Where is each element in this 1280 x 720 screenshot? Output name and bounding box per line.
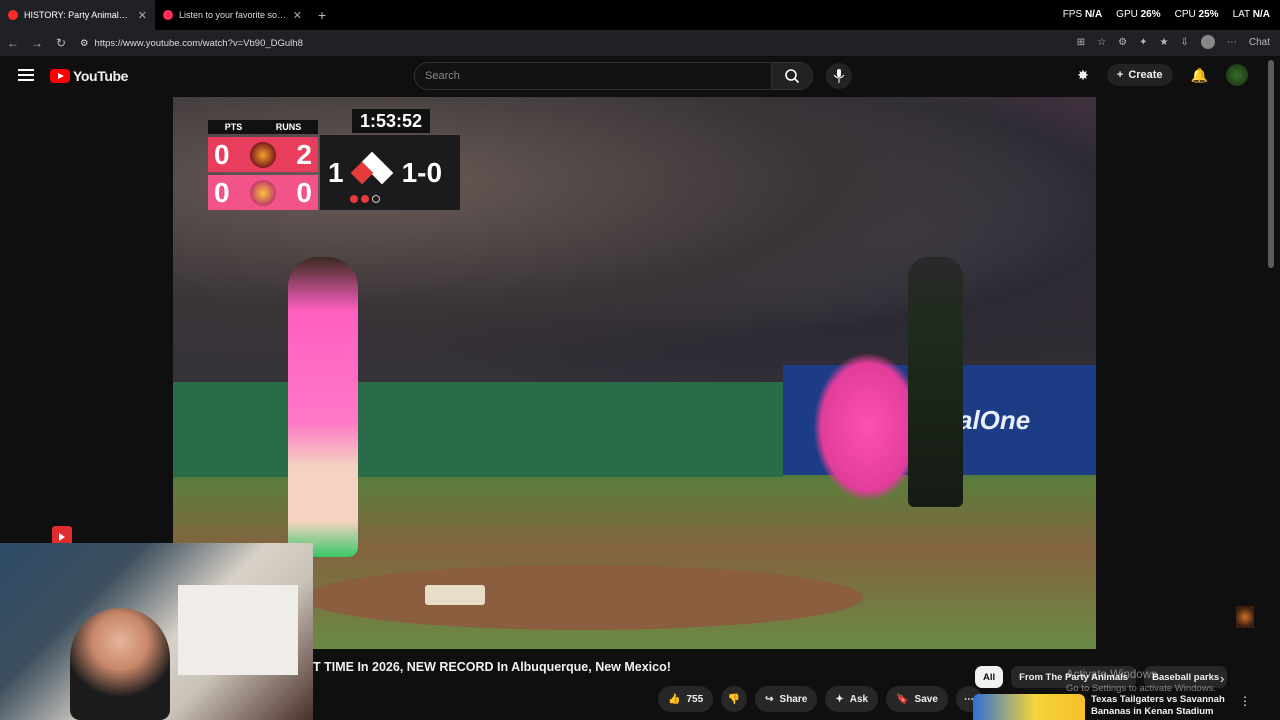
outs-indicator xyxy=(350,195,380,203)
browser-tabstrip: HISTORY: Party Animals & First... ✕ List… xyxy=(0,0,1280,30)
wall-poster xyxy=(178,585,298,675)
create-button[interactable]: + Create xyxy=(1106,64,1173,86)
copilot-chat-button[interactable]: Chat xyxy=(1249,37,1270,48)
youtube-play-icon xyxy=(50,69,70,83)
score-header: PTS RUNS xyxy=(208,120,318,134)
pitcher-figure xyxy=(288,257,358,557)
more-menu-icon[interactable]: ⋯ xyxy=(1227,37,1237,48)
team1-runs: 2 xyxy=(296,138,312,170)
team2-score-row: 0 0 xyxy=(208,175,318,210)
chevron-right-icon[interactable]: › xyxy=(1220,671,1224,686)
share-button[interactable]: ↪ Share xyxy=(755,686,818,712)
thumbs-down-icon: 👎 xyxy=(727,693,741,705)
gpu-readout: GPU 26% xyxy=(1116,9,1161,20)
chip-all[interactable]: All xyxy=(975,666,1004,688)
team2-logo-icon xyxy=(250,179,276,206)
batter-figure xyxy=(908,257,963,507)
tab-search-icon[interactable]: ⊞ xyxy=(1077,37,1085,48)
team1-pts: 0 xyxy=(214,138,230,170)
address-bar-row: ← → ↻ ⚙ https://www.youtube.com/watch?v=… xyxy=(0,30,1280,56)
score-bug: PTS RUNS 1:53:52 0 2 0 0 1 1-0 xyxy=(208,107,460,210)
browser-tab-music[interactable]: Listen to your favorite songs and... ✕ xyxy=(155,0,310,30)
outfield-wall xyxy=(173,382,783,477)
cpu-readout: CPU 25% xyxy=(1174,9,1219,20)
back-icon[interactable]: ← xyxy=(2,36,24,50)
bookmark-star-icon[interactable]: ☆ xyxy=(1097,37,1106,48)
extensions-icon[interactable]: ⚙ xyxy=(1118,37,1127,48)
site-info-icon[interactable]: ⚙ xyxy=(80,38,89,49)
streamer-figure xyxy=(70,608,170,720)
recommendation-title[interactable]: Texas Tailgaters vs Savannah Bananas in … xyxy=(1091,694,1231,720)
performance-overlay: FPS N/A GPU 26% CPU 25% LAT N/A xyxy=(1063,9,1270,20)
team2-runs: 0 xyxy=(296,176,312,208)
url-field[interactable]: ⚙ https://www.youtube.com/watch?v=Vb90_D… xyxy=(80,33,1180,53)
lat-readout: LAT N/A xyxy=(1232,9,1270,20)
browser-tab-history[interactable]: HISTORY: Party Animals & First... ✕ xyxy=(0,0,155,30)
youtube-logo[interactable]: YouTube xyxy=(50,68,128,84)
more-vertical-icon[interactable]: ⋮ xyxy=(1239,694,1251,720)
share-icon: ↪ xyxy=(765,693,774,705)
pitching-rubber xyxy=(425,585,485,605)
recommendation-thumbnail[interactable] xyxy=(973,694,1085,720)
inning-number: 1 xyxy=(328,156,344,188)
sponsor-logo: alOne xyxy=(958,405,1031,435)
sparkle-icon: ✦ xyxy=(835,693,844,705)
forward-icon[interactable]: → xyxy=(26,36,48,50)
close-tab-icon[interactable]: ✕ xyxy=(138,9,147,22)
youtube-favicon-icon xyxy=(8,10,18,20)
url-text: https://www.youtube.com/watch?v=Vb90_DGu… xyxy=(94,37,303,49)
bookmark-icon: 🔖 xyxy=(896,693,909,705)
team1-score-row: 0 2 xyxy=(208,137,318,172)
video-title: T TIME In 2026, NEW RECORD In Albuquerqu… xyxy=(313,660,671,674)
plus-icon: + xyxy=(1116,69,1124,81)
tab-title: Listen to your favorite songs and... xyxy=(179,10,287,20)
search-button[interactable] xyxy=(771,62,813,90)
webcam-overlay xyxy=(0,543,313,720)
page-scrollbar[interactable] xyxy=(1268,60,1274,268)
fps-readout: FPS N/A xyxy=(1062,9,1103,20)
team1-logo-icon xyxy=(250,141,276,168)
game-clock: 1:53:52 xyxy=(352,109,430,133)
recommendation-item[interactable]: Texas Tailgaters vs Savannah Bananas in … xyxy=(973,694,1273,720)
catcher-figure xyxy=(813,352,923,502)
tab-title: HISTORY: Party Animals & First... xyxy=(24,10,132,20)
header-actions: ✸ + Create 🔔 xyxy=(1077,64,1248,86)
video-actions: 👍 755 👎 ↪ Share ✦ Ask 🔖 Save ⋯ xyxy=(658,686,982,712)
extension-icon[interactable]: ✸ xyxy=(1077,67,1089,84)
collections-icon[interactable]: ✦ xyxy=(1139,37,1147,48)
profile-avatar[interactable] xyxy=(1200,35,1215,49)
music-favicon-icon xyxy=(163,10,173,20)
toolbar-right: ⊞ ☆ ⚙ ✦ ★ ⇩ ⋯ Chat xyxy=(1077,35,1270,49)
close-tab-icon[interactable]: ✕ xyxy=(293,9,302,22)
new-tab-button[interactable]: + xyxy=(318,7,326,23)
voice-search-button[interactable] xyxy=(826,63,852,89)
pitchers-mound xyxy=(303,565,863,630)
game-state: 1 1-0 xyxy=(320,135,460,210)
search-icon xyxy=(785,69,800,84)
team2-pts: 0 xyxy=(214,176,230,208)
thumbs-up-icon: 👍 xyxy=(668,693,681,705)
downloads-icon[interactable]: ⇩ xyxy=(1180,37,1188,48)
dislike-button[interactable]: 👎 xyxy=(721,686,748,712)
favorites-icon[interactable]: ★ xyxy=(1160,37,1169,48)
notifications-bell-icon[interactable]: 🔔 xyxy=(1191,67,1208,84)
account-avatar[interactable] xyxy=(1226,64,1248,86)
activate-windows-watermark: Activate Windows Go to Settings to activ… xyxy=(1066,669,1216,694)
search-input[interactable]: Search xyxy=(414,62,772,90)
like-button[interactable]: 👍 755 xyxy=(658,686,714,712)
save-button[interactable]: 🔖 Save xyxy=(886,686,948,712)
ask-button[interactable]: ✦ Ask xyxy=(825,686,879,712)
mascot-corner-icon xyxy=(1236,606,1254,628)
bases-diamond-icon xyxy=(350,151,394,193)
youtube-header: YouTube Search ✸ + Create 🔔 xyxy=(0,56,1280,96)
microphone-icon xyxy=(833,69,845,83)
hamburger-menu-icon[interactable] xyxy=(18,69,34,84)
ball-strike-count: 1-0 xyxy=(401,156,443,188)
reload-icon[interactable]: ↻ xyxy=(50,36,72,50)
